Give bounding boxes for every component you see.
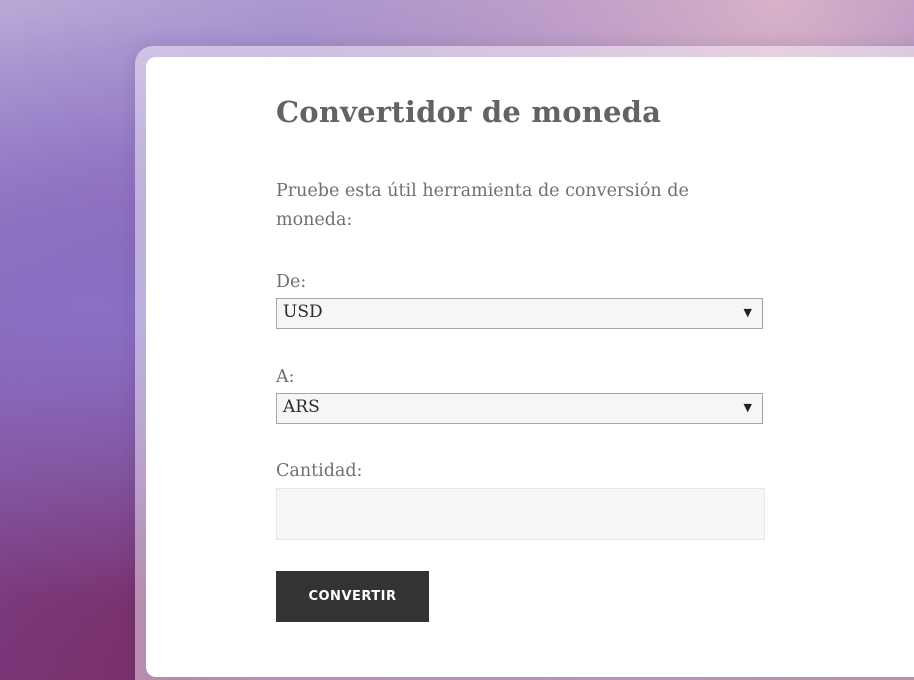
from-currency-value: USD [283, 302, 323, 322]
to-currency-value: ARS [283, 397, 320, 417]
amount-input[interactable] [276, 488, 765, 540]
amount-label: Cantidad: [276, 461, 363, 481]
to-currency-select[interactable]: ARS ▼ [276, 393, 763, 424]
to-label: A: [276, 367, 295, 387]
from-currency-select[interactable]: USD ▼ [276, 298, 763, 329]
page-title: Convertidor de moneda [276, 95, 662, 129]
intro-text: Pruebe esta útil herramienta de conversi… [276, 181, 689, 230]
from-label: De: [276, 272, 307, 292]
triangle-down-icon: ▼ [743, 401, 752, 414]
convert-button[interactable]: CONVERTIR [276, 571, 429, 622]
converter-card: Convertidor de moneda Pruebe esta útil h… [146, 57, 914, 677]
triangle-down-icon: ▼ [743, 306, 752, 319]
